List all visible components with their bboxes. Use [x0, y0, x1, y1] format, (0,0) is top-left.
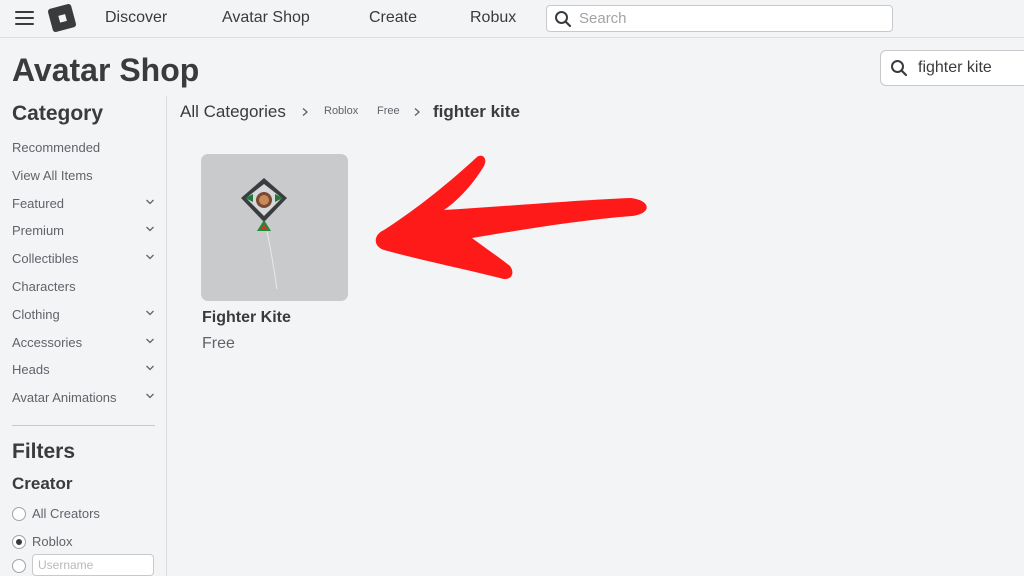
- chevron-down-icon: [146, 254, 154, 260]
- category-featured[interactable]: Featured: [12, 193, 157, 213]
- category-view-all-items[interactable]: View All Items: [12, 165, 157, 185]
- avatar-shop-search-input[interactable]: [918, 57, 1024, 79]
- category-label: Clothing: [12, 307, 60, 322]
- category-heading: Category: [12, 102, 104, 125]
- red-arrow-annotation: [375, 155, 647, 280]
- page-title: Avatar Shop: [12, 52, 200, 88]
- creator-heading: Creator: [12, 474, 73, 493]
- chevron-down-icon: [146, 338, 154, 344]
- breadcrumb-all-categories[interactable]: All Categories: [180, 102, 286, 122]
- kite-image: [241, 178, 287, 290]
- creator-username-input[interactable]: [32, 554, 154, 576]
- category-recommended[interactable]: Recommended: [12, 137, 157, 157]
- category-label: Featured: [12, 196, 65, 211]
- search-icon: [554, 10, 572, 33]
- radio-label: Roblox: [32, 534, 73, 549]
- category-avatar-animations[interactable]: Avatar Animations: [12, 387, 157, 407]
- chevron-down-icon: [146, 226, 154, 232]
- radio-button-checked[interactable]: [12, 535, 26, 549]
- category-premium[interactable]: Premium: [12, 220, 157, 240]
- category-heads[interactable]: Heads: [12, 359, 157, 379]
- item-name[interactable]: Fighter Kite: [202, 309, 291, 327]
- sidebar-divider: [166, 96, 167, 576]
- category-collectibles[interactable]: Collectibles: [12, 248, 157, 268]
- hamburger-menu-icon[interactable]: [15, 11, 34, 26]
- sidebar-section-divider: [12, 425, 155, 426]
- category-label: View All Items: [12, 168, 93, 183]
- global-search-box[interactable]: [546, 5, 893, 32]
- chevron-down-icon: [146, 365, 154, 371]
- category-label: Collectibles: [12, 251, 79, 266]
- category-characters[interactable]: Characters: [12, 276, 157, 296]
- category-label: Characters: [12, 279, 76, 294]
- nav-link-discover[interactable]: Discover: [105, 9, 167, 27]
- chevron-right-icon: [414, 108, 420, 116]
- item-price: Free: [202, 335, 235, 352]
- breadcrumb-current: fighter kite: [433, 102, 520, 121]
- chevron-down-icon: [146, 393, 154, 399]
- nav-link-robux[interactable]: Robux: [470, 9, 516, 27]
- category-label: Avatar Animations: [12, 390, 117, 405]
- nav-link-create[interactable]: Create: [369, 9, 417, 27]
- category-label: Recommended: [12, 140, 101, 155]
- radio-button[interactable]: [12, 507, 26, 521]
- category-accessories[interactable]: Accessories: [12, 332, 157, 352]
- chevron-down-icon: [146, 310, 154, 316]
- top-navigation-bar: Discover Avatar Shop Create Robux: [0, 0, 1024, 38]
- global-search-input[interactable]: [579, 8, 879, 29]
- category-label: Heads: [12, 362, 50, 377]
- category-clothing[interactable]: Clothing: [12, 304, 157, 324]
- radio-button[interactable]: [12, 559, 26, 573]
- filters-heading: Filters: [12, 440, 76, 463]
- radio-label: All Creators: [32, 506, 100, 521]
- roblox-logo[interactable]: [47, 3, 77, 33]
- nav-link-avatar-shop[interactable]: Avatar Shop: [222, 9, 310, 27]
- category-label: Premium: [12, 223, 65, 238]
- chevron-right-icon: [302, 108, 308, 116]
- search-icon: [890, 59, 908, 82]
- chevron-down-icon: [146, 199, 154, 205]
- avatar-shop-search-box[interactable]: [880, 50, 1024, 86]
- breadcrumb-roblox[interactable]: Roblox: [324, 105, 358, 117]
- item-thumbnail[interactable]: [201, 154, 348, 301]
- breadcrumb-free[interactable]: Free: [377, 105, 400, 117]
- category-label: Accessories: [12, 335, 83, 350]
